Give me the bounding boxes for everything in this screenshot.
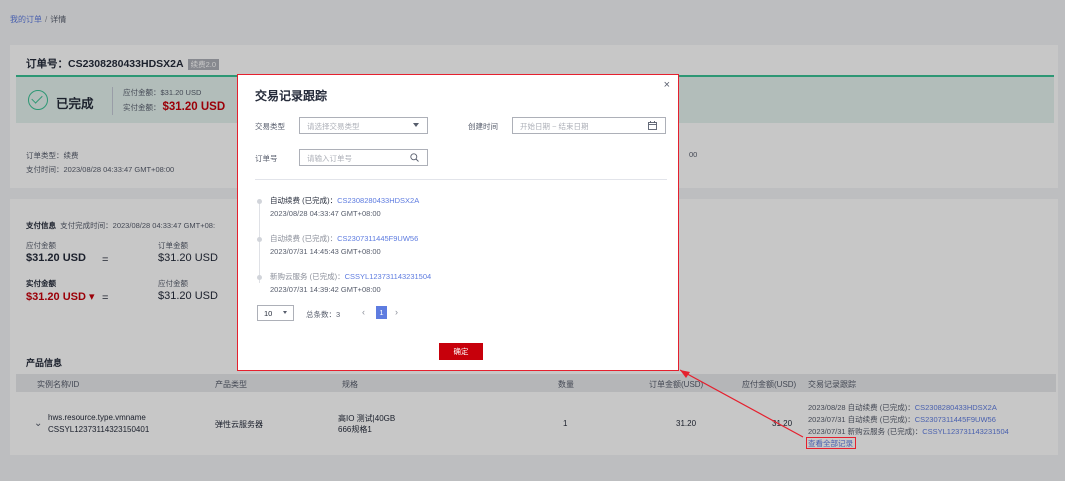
timeline-order-link[interactable]: CSSYL123731143231504	[345, 272, 432, 281]
prev-page-button[interactable]: ‹	[362, 307, 365, 317]
confirm-button[interactable]: 确定	[439, 343, 483, 360]
order-no-input[interactable]: 请输入订单号	[299, 149, 428, 166]
date-range-picker[interactable]: 开始日期 ~ 结束日期	[512, 117, 666, 134]
calendar-icon	[648, 121, 657, 130]
timeline-dot	[257, 199, 262, 204]
search-icon	[410, 153, 419, 162]
timeline-type: 自动续费 (已完成)：	[270, 196, 338, 205]
timeline-order-link[interactable]: CS2307311445F9UW56	[337, 234, 418, 243]
type-label: 交易类型	[255, 122, 285, 131]
created-label: 创建时间	[468, 122, 498, 131]
date-placeholder: 开始日期 ~ 结束日期	[520, 122, 589, 131]
timeline-time: 2023/08/28 04:33:47 GMT+08:00	[270, 209, 381, 218]
timeline-item: 自动续费 (已完成)：CS2307311445F9UW56	[270, 233, 418, 244]
chevron-down-icon	[283, 311, 287, 314]
page-1-button[interactable]: 1	[376, 306, 387, 319]
timeline-item: 新购云服务 (已完成)：CSSYL123731143231504	[270, 271, 431, 282]
next-page-button[interactable]: ›	[395, 307, 398, 317]
total-count: 总条数：3	[306, 310, 341, 319]
page-size-value: 10	[264, 309, 273, 318]
timeline-type: 新购云服务 (已完成)：	[270, 272, 345, 281]
timeline-dot	[257, 237, 262, 242]
timeline-order-link[interactable]: CS2308280433HDSX2A	[337, 196, 419, 205]
timeline-dot	[257, 275, 262, 280]
chevron-down-icon	[413, 123, 419, 127]
timeline-item: 自动续费 (已完成)：CS2308280433HDSX2A	[270, 195, 419, 206]
order-no-label: 订单号	[255, 154, 278, 163]
timeline-type: 自动续费 (已完成)：	[270, 234, 338, 243]
transaction-type-select[interactable]: 请选择交易类型	[299, 117, 428, 134]
timeline-time: 2023/07/31 14:45:43 GMT+08:00	[270, 247, 381, 256]
type-placeholder: 请选择交易类型	[307, 122, 360, 131]
divider	[255, 179, 667, 180]
timeline-line	[259, 201, 260, 283]
close-icon[interactable]: ×	[664, 79, 670, 91]
modal-title: 交易记录跟踪	[255, 89, 328, 103]
timeline-time: 2023/07/31 14:39:42 GMT+08:00	[270, 285, 381, 294]
transaction-record-modal: 交易记录跟踪 × 交易类型 请选择交易类型 创建时间 开始日期 ~ 结束日期 订…	[237, 74, 679, 371]
order-no-placeholder: 请输入订单号	[307, 154, 352, 163]
page-size-select[interactable]: 10	[257, 305, 294, 321]
